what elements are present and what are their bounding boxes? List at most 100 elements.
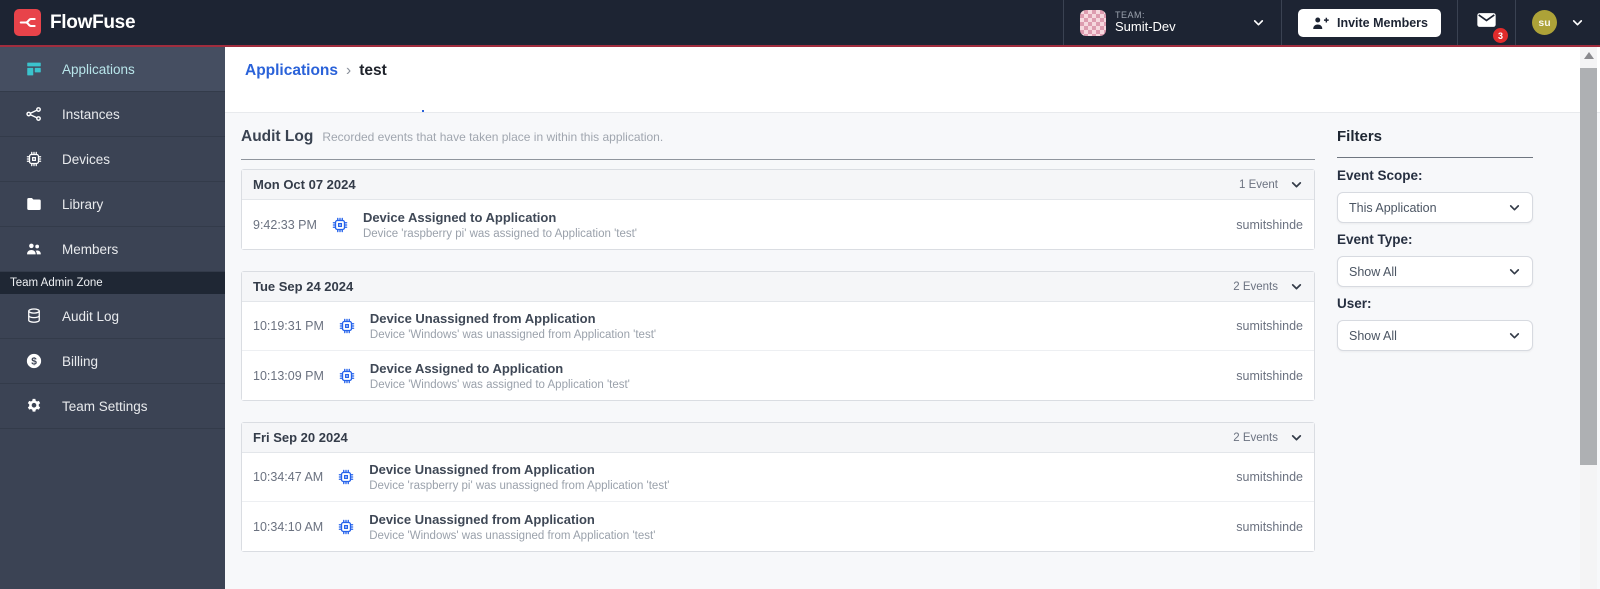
event-description: Device 'raspberry pi' was assigned to Ap… <box>362 227 637 240</box>
tab-instances[interactable] <box>254 95 256 112</box>
content: Audit Log Recorded events that have take… <box>225 113 1600 573</box>
tab-audit-log[interactable] <box>422 95 424 112</box>
event-scope-select[interactable]: This Application <box>1337 192 1533 223</box>
notifications-button[interactable]: 3 <box>1474 9 1508 43</box>
sidebar-item-label: Members <box>62 241 119 257</box>
audit-group-count: 2 Events <box>1233 280 1278 293</box>
sidebar-admin-nav: Audit Log $ Billing Team Settings <box>0 294 225 429</box>
breadcrumb-current: test <box>359 62 387 79</box>
chevron-down-icon[interactable] <box>1571 16 1584 29</box>
event-description: Device 'Windows' was assigned to Applica… <box>369 378 630 391</box>
brand[interactable]: FlowFuse <box>0 0 149 45</box>
breadcrumb-applications-link[interactable]: Applications <box>245 62 338 80</box>
top-navbar: FlowFuse TEAM: Sumit-Dev Invite Members <box>0 0 1600 47</box>
invite-members-button[interactable]: Invite Members <box>1297 8 1441 37</box>
select-value: Show All <box>1349 264 1397 279</box>
chevron-down-icon <box>1508 201 1521 214</box>
vertical-scrollbar[interactable] <box>1580 47 1597 589</box>
audit-group: Fri Sep 20 2024 2 Events 10:34:47 AM Dev… <box>241 422 1315 552</box>
breadcrumb-separator: › <box>346 62 352 79</box>
sidebar: Applications Instances Devices Library M… <box>0 47 225 589</box>
event-user: sumitshinde <box>1236 519 1303 534</box>
audit-event-row: 10:13:09 PM Device Assigned to Applicati… <box>242 351 1314 400</box>
main-header: Applications › test <box>225 47 1600 113</box>
device-chip-icon <box>338 367 356 385</box>
filter-label: Event Type: <box>1337 232 1413 247</box>
chevron-down-icon[interactable] <box>1290 431 1303 444</box>
device-chip-icon <box>338 317 356 335</box>
user-avatar[interactable]: su <box>1532 10 1557 35</box>
event-user: sumitshinde <box>1236 217 1303 232</box>
audit-event-row: 10:34:47 AM Device Unassigned from Appli… <box>242 453 1314 502</box>
audit-groups: Mon Oct 07 2024 1 Event 9:42:33 PM Devic… <box>241 169 1315 552</box>
team-settings-icon <box>25 397 43 415</box>
event-time: 10:13:09 PM <box>253 368 324 383</box>
tab-devices-groups[interactable] <box>310 95 312 112</box>
event-title: Device Unassigned from Application <box>369 511 595 527</box>
sidebar-item-members[interactable]: Members <box>0 227 225 272</box>
scrollbar-thumb[interactable] <box>1580 68 1597 465</box>
audit-group-date: Fri Sep 20 2024 <box>253 430 348 445</box>
tab-logs[interactable] <box>394 95 396 112</box>
chevron-down-icon[interactable] <box>1290 178 1303 191</box>
tab-dependencies[interactable] <box>450 95 452 112</box>
devices-icon <box>25 150 43 168</box>
billing-icon: $ <box>25 352 43 370</box>
chevron-down-icon <box>1252 16 1265 29</box>
library-icon <box>25 195 43 213</box>
sidebar-item-team-settings[interactable]: Team Settings <box>0 384 225 429</box>
audit-log-icon <box>25 307 43 325</box>
chevron-down-icon <box>1508 329 1521 342</box>
event-title: Device Assigned to Application <box>369 360 564 376</box>
filter-label: Event Scope: <box>1337 168 1423 183</box>
audit-log-subtitle: Recorded events that have taken place in… <box>322 130 664 144</box>
sidebar-item-devices[interactable]: Devices <box>0 137 225 182</box>
event-title: Device Unassigned from Application <box>369 462 595 477</box>
sidebar-item-audit-log[interactable]: Audit Log <box>0 294 225 339</box>
user-select[interactable]: Show All <box>1337 320 1533 351</box>
audit-group-header[interactable]: Tue Sep 24 2024 2 Events <box>242 272 1314 302</box>
audit-divider <box>241 159 1315 160</box>
event-user: sumitshinde <box>1236 470 1303 484</box>
tab-snapshots[interactable] <box>338 95 340 112</box>
device-chip-icon <box>331 216 349 234</box>
main-area: Applications › test Audit Log Recorded e… <box>225 47 1600 589</box>
scroll-up-arrow-icon <box>1583 52 1594 59</box>
tab-devices[interactable] <box>282 95 284 112</box>
audit-group-header[interactable]: Fri Sep 20 2024 2 Events <box>242 423 1314 453</box>
audit-group: Mon Oct 07 2024 1 Event 9:42:33 PM Devic… <box>241 169 1315 250</box>
tab-settings[interactable] <box>478 95 480 112</box>
event-description: Device 'Windows' was unassigned from App… <box>369 529 656 542</box>
sidebar-item-label: Instances <box>62 106 120 122</box>
event-description: Device 'Windows' was unassigned from App… <box>369 329 657 341</box>
application-tabs <box>245 95 1600 112</box>
team-selector[interactable]: TEAM: Sumit-Dev <box>1062 0 1281 45</box>
audit-group-count: 1 Event <box>1239 178 1278 191</box>
team-avatar <box>1079 9 1106 36</box>
flowfuse-logo-icon <box>14 9 41 36</box>
sidebar-item-label: Library <box>62 196 104 212</box>
scroll-up-button[interactable] <box>1580 47 1597 64</box>
sidebar-item-applications[interactable]: Applications <box>0 47 225 92</box>
sidebar-item-billing[interactable]: $ Billing <box>0 339 225 384</box>
sidebar-item-library[interactable]: Library <box>0 182 225 227</box>
instances-icon <box>25 105 43 123</box>
event-type-select[interactable]: Show All <box>1337 256 1533 287</box>
invite-members-label: Invite Members <box>1336 15 1428 30</box>
tab-devops-pipelines[interactable] <box>366 95 368 112</box>
device-chip-icon <box>337 468 355 486</box>
audit-group-date: Mon Oct 07 2024 <box>253 177 356 192</box>
sidebar-item-instances[interactable]: Instances <box>0 92 225 137</box>
audit-group-header[interactable]: Mon Oct 07 2024 1 Event <box>242 170 1314 200</box>
sidebar-item-label: Applications <box>62 61 135 77</box>
event-title: Device Unassigned from Application <box>369 311 596 326</box>
sidebar-item-label: Audit Log <box>62 308 120 324</box>
chevron-down-icon[interactable] <box>1290 280 1303 293</box>
team-admin-zone-label: Team Admin Zone <box>0 272 225 294</box>
filters-panel: Filters Event Scope: This Application Ev… <box>1337 128 1533 573</box>
event-time: 10:34:47 AM <box>253 470 324 484</box>
audit-group-count: 2 Events <box>1233 431 1278 444</box>
audit-group: Tue Sep 24 2024 2 Events 10:19:31 PM Dev… <box>241 271 1315 401</box>
audit-event-row: 10:34:10 AM Device Unassigned from Appli… <box>242 502 1314 551</box>
audit-group-date: Tue Sep 24 2024 <box>253 279 354 294</box>
